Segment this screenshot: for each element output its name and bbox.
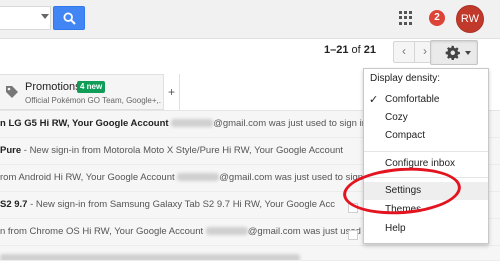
redacted-email xyxy=(171,119,214,128)
redacted-email xyxy=(0,254,300,260)
newer-button[interactable]: ‹ xyxy=(393,41,415,63)
notification-badge[interactable]: 2 xyxy=(429,10,445,26)
check-icon: ✓ xyxy=(369,94,379,106)
pager-text: 1–21 of 21 xyxy=(324,44,376,56)
menu-header: Display density: xyxy=(370,73,441,84)
menu-item-label: Settings xyxy=(385,185,422,196)
row-checkbox[interactable] xyxy=(348,230,358,240)
pager-of: of xyxy=(351,44,361,56)
search-button[interactable] xyxy=(53,6,85,30)
add-tab-button[interactable]: + xyxy=(164,74,180,110)
tab-promotions[interactable]: Promotions 4 new Official Pokémon GO Tea… xyxy=(0,74,164,110)
new-count-badge: 4 new xyxy=(77,81,106,93)
menu-item-help[interactable]: Help xyxy=(364,220,488,238)
menu-item-cozy[interactable]: Cozy xyxy=(364,109,488,127)
email-snippet: @gmail.com was just used to sign in on L xyxy=(213,118,389,129)
menu-item-label: Help xyxy=(385,223,406,234)
menu-item-label: Cozy xyxy=(385,112,408,123)
menu-divider xyxy=(364,151,488,152)
email-snippet: rom Android Hi RW, Your Google Account xyxy=(0,172,178,183)
email-subject: Pure xyxy=(0,145,22,156)
email-snippet: - New sign-in from Motorola Moto X Style… xyxy=(21,145,344,156)
gear-icon xyxy=(445,45,460,60)
email-subject: S2 9.7 xyxy=(0,199,28,210)
menu-item-settings[interactable]: Settings xyxy=(364,182,488,200)
pager-range: 1–21 xyxy=(324,44,349,56)
apps-grid-icon[interactable] xyxy=(399,11,413,25)
chevron-down-icon xyxy=(465,51,471,55)
search-icon xyxy=(62,11,76,25)
email-snippet: @gmail.com was just used to sign in on xyxy=(219,172,387,183)
redacted-email xyxy=(205,227,248,236)
settings-button[interactable] xyxy=(430,40,478,65)
menu-item-label: Themes xyxy=(385,204,422,215)
tab-senders: Official Pokémon GO Team, Google+,... xyxy=(25,96,161,105)
menu-item-configure-inbox[interactable]: Configure inbox xyxy=(364,155,488,173)
menu-item-themes[interactable]: Themes xyxy=(364,201,488,219)
email-snippet: - New sign-in from Samsung Galaxy Tab S2… xyxy=(27,199,335,210)
dropdown-caret-icon[interactable] xyxy=(41,14,49,19)
row-checkbox[interactable] xyxy=(348,203,358,213)
top-header: 2 RW xyxy=(0,0,500,39)
redacted-email xyxy=(177,173,220,182)
avatar[interactable]: RW xyxy=(456,5,484,33)
email-snippet: n from Chrome OS Hi RW, Your Google Acco… xyxy=(0,226,206,237)
pager-total: 21 xyxy=(363,44,377,56)
settings-menu: Display density: ✓ Comfortable Cozy Comp… xyxy=(363,68,489,244)
menu-item-label: Compact xyxy=(385,130,426,141)
menu-item-comfortable[interactable]: ✓ Comfortable xyxy=(364,91,488,109)
menu-item-label: Configure inbox xyxy=(385,158,456,169)
menu-item-compact[interactable]: Compact xyxy=(364,127,488,145)
tag-icon xyxy=(6,86,18,98)
tab-title: Promotions xyxy=(25,81,81,93)
email-subject: n LG G5 Hi RW, Your Google Account xyxy=(0,118,172,129)
email-row[interactable] xyxy=(0,246,500,261)
menu-divider xyxy=(364,177,488,178)
menu-item-label: Comfortable xyxy=(385,94,440,105)
